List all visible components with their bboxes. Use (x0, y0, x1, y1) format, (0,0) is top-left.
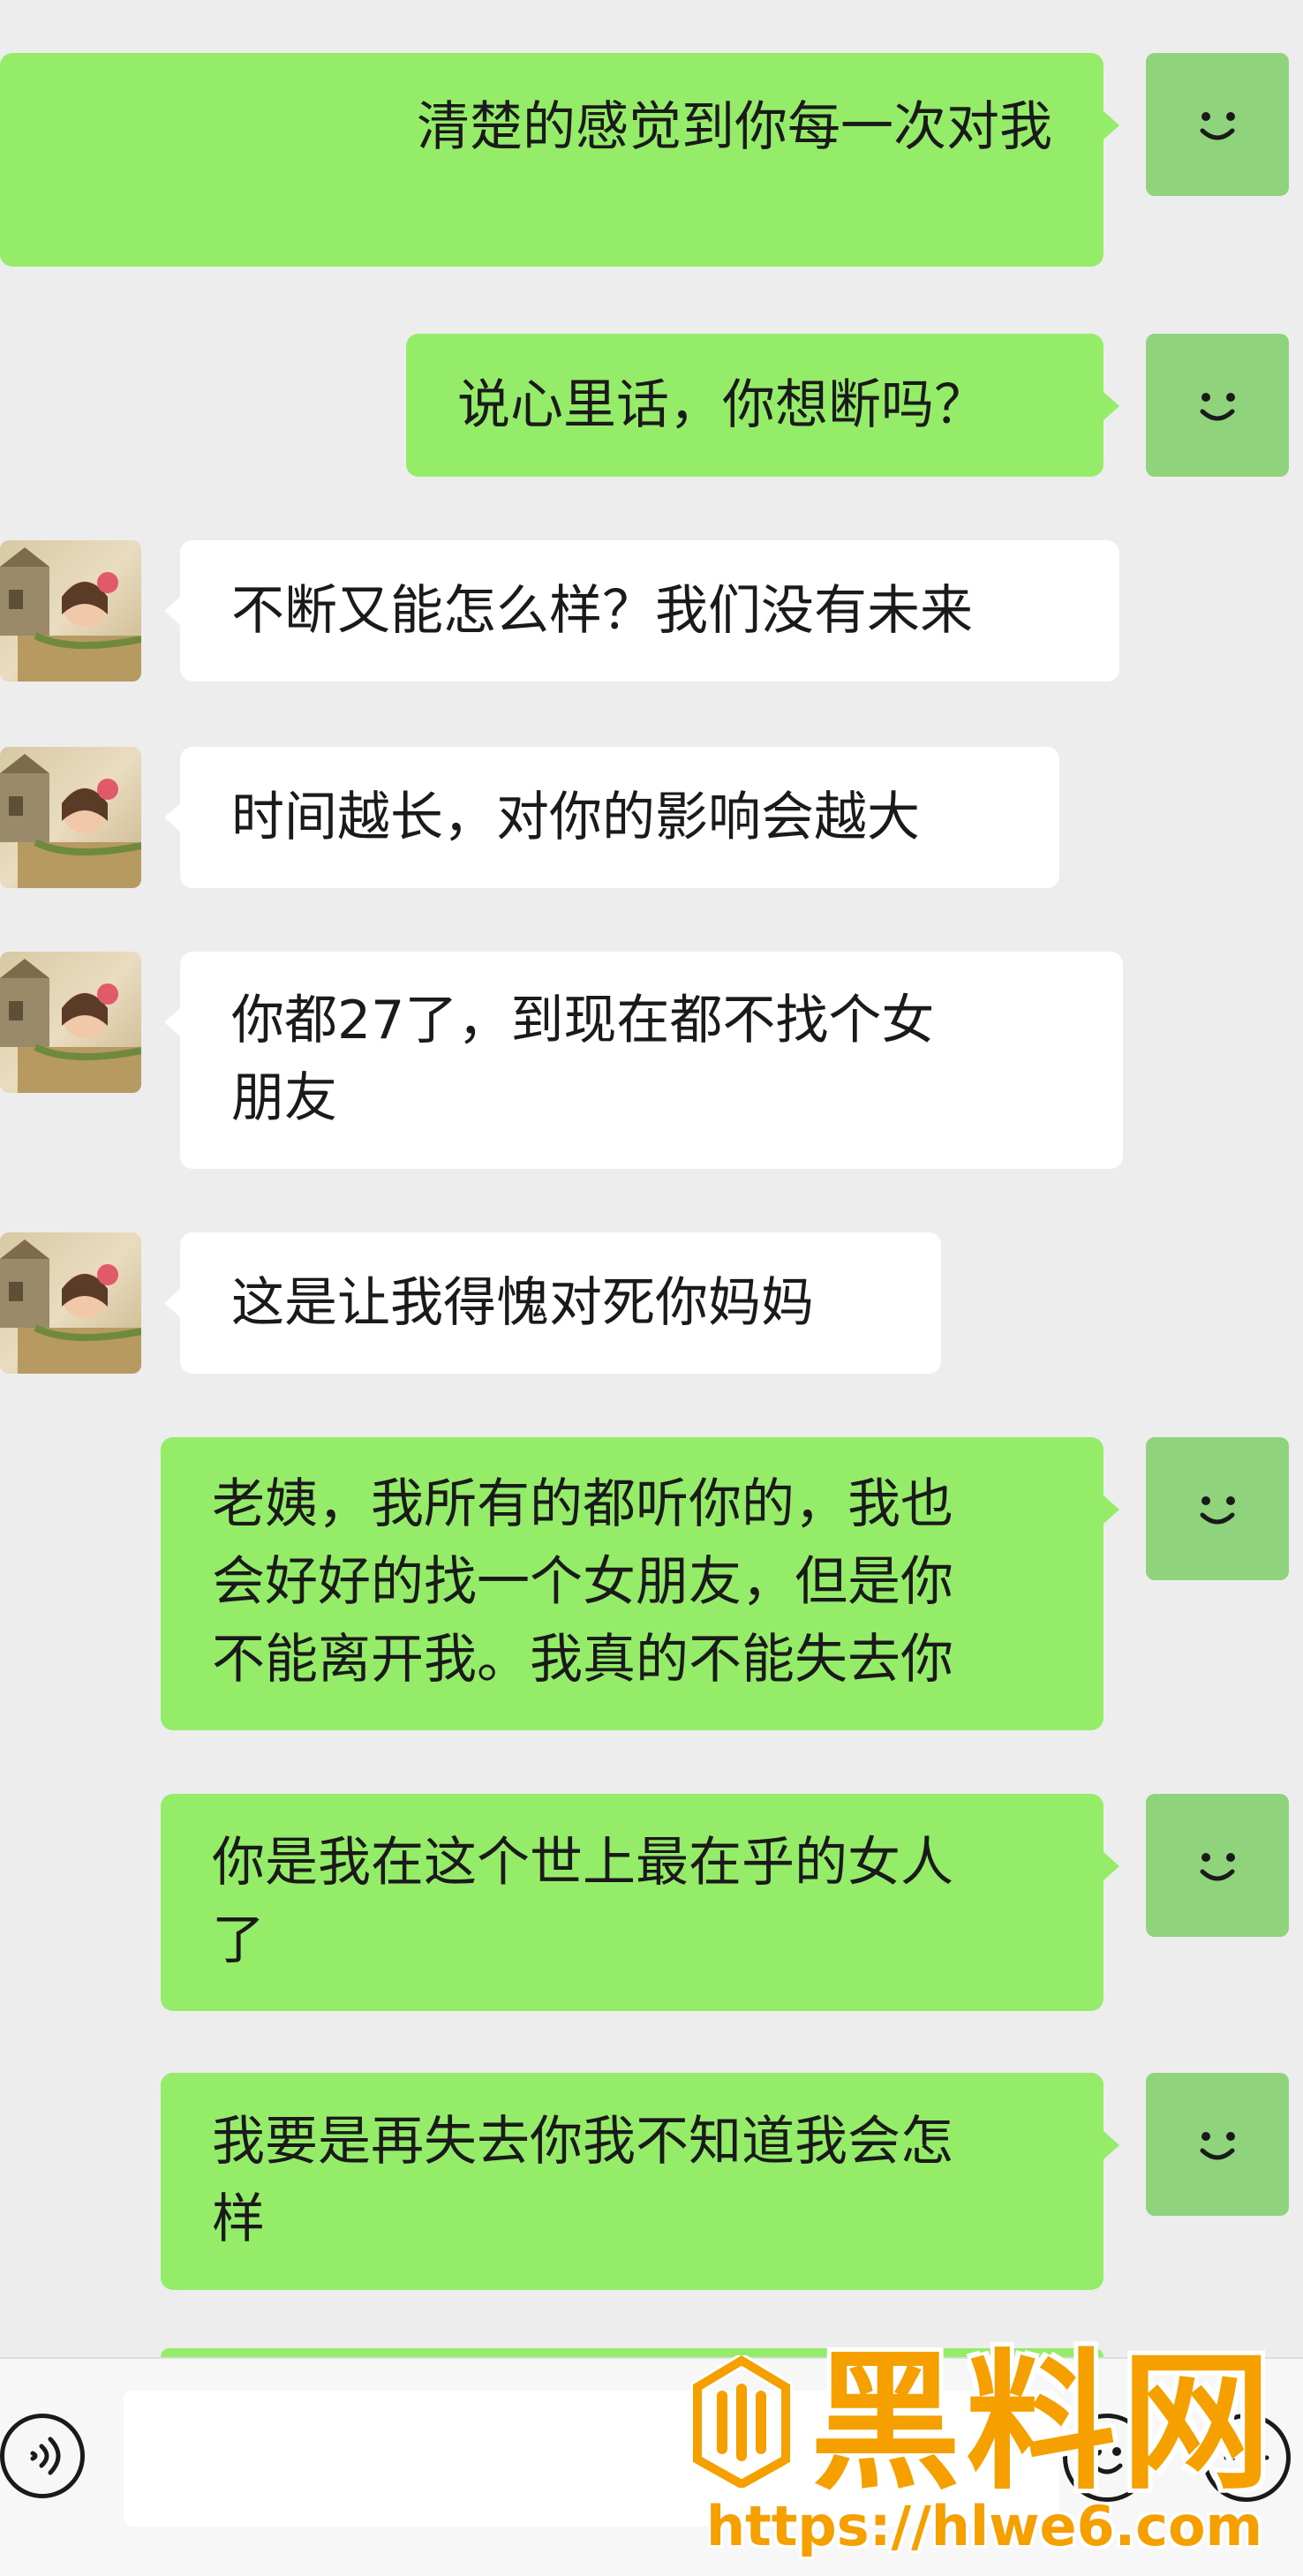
watermark-logo-icon (690, 2355, 793, 2488)
smile-avatar-icon (1200, 1496, 1235, 1525)
my-avatar[interactable] (1146, 334, 1289, 477)
smile-avatar-icon (1200, 2132, 1235, 2160)
message-line: 时间越长，对你的影响会越大 (231, 787, 920, 848)
contact-avatar[interactable] (0, 540, 141, 682)
contact-avatar[interactable] (0, 747, 141, 888)
my-avatar[interactable] (1146, 1437, 1289, 1580)
bubble-tail (164, 597, 180, 625)
voice-icon (30, 2437, 61, 2475)
message-bubble-outgoing[interactable]: 说心里话，你想断吗？ (406, 334, 1103, 477)
bubble-tail (164, 1289, 180, 1317)
message-line: 清楚的感觉到你每一次对我 (417, 96, 1052, 158)
smile-avatar-icon (1200, 112, 1235, 140)
message-line: 了 (212, 1909, 265, 1971)
bubble-tail (1103, 1852, 1119, 1880)
smile-avatar-icon (1200, 1853, 1235, 1881)
bubble-tail (164, 1008, 180, 1036)
contact-avatar-image (0, 754, 141, 888)
contact-avatar[interactable] (0, 1232, 141, 1374)
message-line: 这是让我得愧对死你妈妈 (231, 1272, 814, 1334)
bubble-tail (164, 803, 180, 832)
message-line: 不能离开我。我真的不能失去你 (212, 1629, 953, 1691)
message-line: 你都27了，到现在都不找个女 (231, 990, 935, 1051)
my-avatar[interactable] (1146, 2073, 1289, 2216)
bubble-tail (1103, 2131, 1119, 2159)
contact-avatar-image (0, 959, 141, 1093)
watermark-title: 黑料网 (810, 2336, 1277, 2511)
watermark-url: https://hlwe6.com (706, 2494, 1263, 2558)
message-line: 不断又能怎么样？我们没有未来 (231, 580, 973, 642)
my-avatar[interactable] (1146, 1794, 1289, 1937)
message-bubble-incoming[interactable]: 时间越长，对你的影响会越大 (180, 747, 1059, 888)
smile-avatar-icon (1200, 393, 1235, 421)
message-line: 我要是再失去你我不知道我会怎 (212, 2111, 953, 2173)
contact-avatar-image (0, 547, 141, 682)
contact-avatar[interactable] (0, 952, 141, 1093)
bubble-tail (1103, 111, 1119, 139)
contact-avatar-image (0, 1239, 141, 1374)
chat-area[interactable]: 清楚的感觉到你每一次对我 说心里话，你想断吗？ 不断又能怎么样？我们没有未来 时… (0, 0, 1303, 2357)
bubble-tail (1103, 392, 1119, 420)
message-bubble-incoming[interactable]: 这是让我得愧对死你妈妈 (180, 1232, 941, 1374)
bubble-tail (1103, 1495, 1119, 1524)
message-bubble-incoming[interactable]: 不断又能怎么样？我们没有未来 (180, 540, 1119, 682)
message-line: 老姨，我所有的都听你的，我也 (212, 1473, 953, 1535)
message-bubble-outgoing[interactable]: 我要是再失去你我不知道我会怎 样 (161, 2073, 1103, 2290)
message-bubble-incoming[interactable]: 你都27了，到现在都不找个女 朋友 (180, 952, 1123, 1169)
message-line: 会好好的找一个女朋友，但是你 (212, 1551, 953, 1613)
voice-button[interactable] (0, 2414, 85, 2498)
message-bubble-outgoing[interactable]: 你是我在这个世上最在乎的女人 了 (161, 1794, 1103, 2011)
message-bubble-outgoing[interactable]: 老姨，我所有的都听你的，我也 会好好的找一个女朋友，但是你 不能离开我。我真的不… (161, 1437, 1103, 1730)
message-line: 朋友 (231, 1067, 337, 1129)
message-bubble-outgoing[interactable]: 清楚的感觉到你每一次对我 (0, 53, 1103, 267)
my-avatar[interactable] (1146, 53, 1289, 196)
message-line: 说心里话，你想断吗？ (457, 374, 987, 436)
message-line: 你是我在这个世上最在乎的女人 (212, 1832, 953, 1894)
message-line: 样 (212, 2188, 265, 2250)
